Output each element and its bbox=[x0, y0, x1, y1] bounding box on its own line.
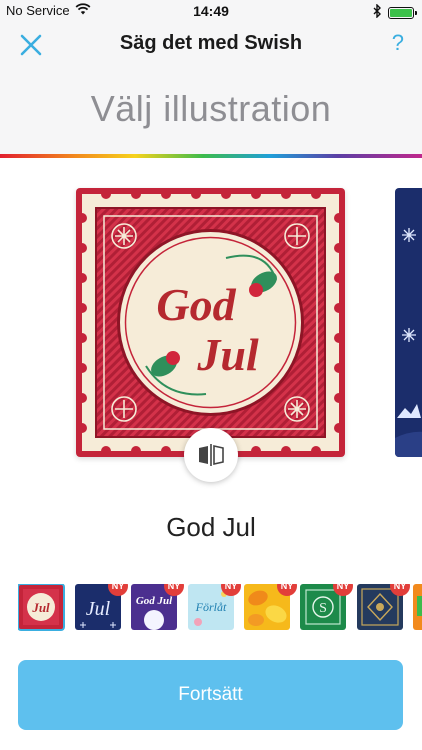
thumbnail-god-jul-purple-text: God Jul bbox=[136, 595, 173, 607]
bluetooth-icon bbox=[373, 3, 382, 21]
page-title: Välj illustration bbox=[90, 88, 332, 129]
status-time: 14:49 bbox=[193, 3, 229, 19]
flip-icon bbox=[199, 444, 224, 466]
thumbnail-god-jul-image: Jul bbox=[18, 584, 64, 630]
thumbnail-navy-ornament[interactable]: NY bbox=[357, 584, 410, 630]
continue-button[interactable]: Fortsätt bbox=[18, 660, 403, 730]
rainbow-divider bbox=[0, 154, 422, 158]
thumbnail-jul-blue[interactable]: Jul NY bbox=[75, 584, 128, 630]
thumbnail-god-jul-purple[interactable]: God Jul NY bbox=[131, 584, 184, 630]
card-text-god: God bbox=[156, 279, 236, 330]
thumbnail-citrus[interactable]: NY bbox=[244, 584, 297, 630]
thumbnail-god-jul[interactable]: Jul bbox=[18, 584, 65, 631]
flip-card-button[interactable] bbox=[184, 428, 238, 482]
card-god-jul[interactable]: God Jul bbox=[76, 188, 345, 457]
thumbnail-jul-red-text: Jul bbox=[31, 600, 50, 615]
thumbnail-orange-partial[interactable]: NY bbox=[413, 584, 422, 630]
nav-title: Säg det med Swish bbox=[119, 32, 303, 54]
status-right bbox=[373, 3, 417, 21]
god-jul-illustration: God Jul bbox=[76, 188, 345, 457]
winter-night-illustration bbox=[395, 188, 422, 457]
status-bar: No Service 14:49 bbox=[0, 0, 422, 24]
card-text-jul: Jul bbox=[196, 329, 259, 380]
card-name: God Jul bbox=[166, 512, 256, 542]
battery-icon bbox=[388, 6, 417, 19]
thumbnail-forlat[interactable]: Förlåt NY bbox=[188, 584, 241, 630]
card-next[interactable] bbox=[395, 188, 422, 457]
thumbnail-strip: Jul Jul NY God Jul NY Förlåt NY NY S NY … bbox=[18, 584, 422, 632]
header: Säg det med Swish ? Välj illustration bbox=[0, 24, 422, 158]
thumbnail-forlat-text: Förlåt bbox=[195, 600, 227, 614]
help-button[interactable]: ? bbox=[392, 30, 404, 56]
thumbnail-orange-partial-image bbox=[413, 584, 422, 630]
thumbnail-jul-blue-text: Jul bbox=[86, 598, 111, 620]
thumbnail-green-swish[interactable]: S NY bbox=[300, 584, 353, 630]
thumbnail-swish-mark: S bbox=[319, 601, 327, 616]
